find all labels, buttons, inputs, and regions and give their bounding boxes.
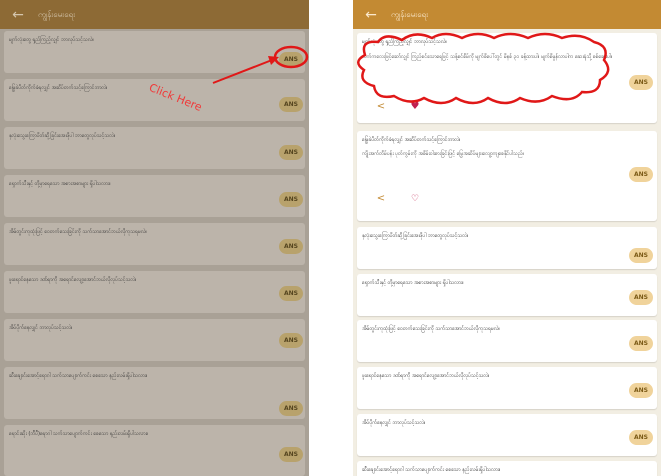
ans-button[interactable]: ANS [279,192,303,207]
question-text: ဆီးချောင်းအောင့်ရောဂါ သက်သာပျောက်ကင်း စေ… [362,467,501,473]
ans-button[interactable]: ANS [279,97,303,112]
question-text: ရောင်းဆိုး (ဘီပီ)ရောဂါ သက်သာပျောက်ကင်း စ… [9,431,149,437]
question-text: ဆီးချောင်းအောင့်ရောဂါ သက်သာပျောက်ကင်း စေ… [9,373,148,379]
question-card[interactable]: နှလုံးသွေးကြောပိတ်ဆို့ခြင်းအေးဖိုပါ ဘာတွ… [357,227,657,269]
question-card[interactable]: ရှောက်သီးနှင့် တို့မှာရေသော အစားအစာများ … [357,274,657,316]
app-bar: ← ကျွန်းမေးရေး [353,0,661,29]
back-arrow-icon[interactable]: ← [6,7,30,23]
ans-button[interactable]: ANS [629,75,653,90]
question-card[interactable]: ဆီးချောင်းအောင့်ရောဂါ သက်သာပျောက်ကင်း စေ… [357,461,657,476]
question-text: ဖူးရောင်နေသော ဒဏ်ရာကို အရောင်လျော့အောင်ဘ… [362,373,490,379]
question-text: မျက်လုံးတွေ ရှည်ကြည့်လျှင် ဘာလုပ်သင့်သလဲ… [362,39,448,45]
question-card[interactable]: အိပ်ပိုက်နေလျှင် ဘာလုပ်သင့်သလဲ။ ANS [4,319,305,361]
page-title: ကျွန်းမေးရေး [38,9,76,19]
expanded-question-card[interactable]: မြွေခဲပိတ်ကိုက်ခံရလျှင် အဆိပ်တက်သင့်ကြော… [357,131,657,221]
question-text: မြွေခဲပိတ်ကိုက်ခံရလျှင် အဆိပ်တက်သင့်ကြော… [9,85,108,91]
question-card[interactable]: ရောင်းဆိုး (ဘီပီ)ရောဂါ သက်သာပျောက်ကင်း စ… [4,425,305,476]
question-card[interactable]: ရှောက်သီးနှင့် တို့မှာရေသော အစားအစာများ … [4,175,305,217]
share-icon[interactable]: < [375,193,387,205]
question-card[interactable]: နှလုံးသွေးကြောပိတ်ဆို့ခြင်းအေးဖိုပါ ဘာတွ… [4,127,305,169]
question-text: ဖူးရောင်နေသော ဒဏ်ရာကို အရောင်လျော့အောင်ဘ… [9,277,137,283]
expanded-question-card[interactable]: မျက်လုံးတွေ ရှည်ကြည့်လျှင် ဘာလုပ်သင့်သလဲ… [357,33,657,123]
question-text: နှလုံးသွေးကြောပိတ်ဆို့ခြင်းအေးဖိုပါ ဘာတွ… [362,233,469,239]
ans-button[interactable]: ANS [279,401,303,416]
ans-button[interactable]: ANS [279,286,303,301]
question-text: အိမ်တွင်းကုထုံးဖြင့် ဝေတက်သေးခြင်းကို သက… [362,326,501,332]
ans-button[interactable]: ANS [279,447,303,462]
question-card[interactable]: မျက်လုံးတွေ ရှည်ကြည့်လျှင် ဘာလုပ်သင့်သလဲ… [4,31,305,73]
ans-button[interactable]: ANS [279,333,303,348]
question-text: ရှောက်သီးနှင့် တို့မှာရေသော အစားအစာများ … [362,280,464,286]
ans-button[interactable]: ANS [629,383,653,398]
left-screen: ← ကျွန်းမေးရေး မျက်လုံးတွေ ရှည်ကြည့်လျှင… [0,0,309,476]
question-text: အိပ်ပိုက်နေလျှင် ဘာလုပ်သင့်သလဲ။ [9,325,73,331]
share-icon[interactable]: < [375,101,387,113]
heart-outline-icon[interactable]: ♡ [409,193,421,205]
app-bar: ← ကျွန်းမေးရေး [0,0,309,29]
answer-text: ကျိုးအက်တိမ်ပန်း ပုတ်ကွမ်းကို အစိမ်းဝါးစ… [362,151,525,157]
question-card[interactable]: အိမ်တွင်းကုထုံးဖြင့် ဝေတက်သေးခြင်းကို သက… [357,320,657,362]
ans-button[interactable]: ANS [629,430,653,445]
question-text: ရှောက်သီးနှင့် တို့မှာရေသော အစားအစာများ … [9,181,111,187]
heart-icon[interactable]: ♥ [409,101,421,113]
back-arrow-icon[interactable]: ← [359,7,383,23]
question-card[interactable]: အိပ်ပိုက်နေလျှင် ဘာလုပ်သင့်သလဲ။ ANS [357,414,657,456]
ans-button[interactable]: ANS [629,290,653,305]
question-card[interactable]: ဖူးရောင်နေသော ဒဏ်ရာကို အရောင်လျော့အောင်ဘ… [357,367,657,409]
ans-button[interactable]: ANS [629,336,653,351]
ans-button[interactable]: ANS [629,167,653,182]
question-text: အိပ်ပိုက်နေလျှင် ဘာလုပ်သင့်သလဲ။ [362,420,426,426]
question-card[interactable]: ဖူးရောင်နေသော ဒဏ်ရာကို အရောင်လျော့အောင်ဘ… [4,271,305,313]
page-title: ကျွန်းမေးရေး [391,9,429,19]
question-text: မြွေခဲပိတ်ကိုက်ခံရလျှင် အဆိပ်တက်သင့်ကြော… [362,137,461,143]
ans-button[interactable]: ANS [279,239,303,254]
ans-button[interactable]: ANS [629,248,653,263]
question-card[interactable]: အိမ်တွင်းကုထုံးဖြင့် ဝေတက်သေးခြင်းကို သက… [4,223,305,265]
ans-button[interactable]: ANS [279,52,303,67]
question-text: နှလုံးသွေးကြောပိတ်ဆို့ခြင်းအေးဖိုပါ ဘာတွ… [9,133,116,139]
question-card[interactable]: ဆီးချောင်းအောင့်ရောဂါ သက်သာပျောက်ကင်း စေ… [4,367,305,419]
question-text: မျက်လုံးတွေ ရှည်ကြည့်လျှင် ဘာလုပ်သင့်သလဲ… [9,37,95,43]
answer-text: လက်ကလေးဖြင့်ဆော်လျှင် ကြည်စင်သောရေဖြင့် … [362,54,613,60]
ans-button[interactable]: ANS [279,145,303,160]
right-screen: ← ကျွန်းမေးရေး မျက်လုံးတွေ ရှည်ကြည့်လျှင… [353,0,661,476]
question-text: အိမ်တွင်းကုထုံးဖြင့် ဝေတက်သေးခြင်းကို သက… [9,229,148,235]
